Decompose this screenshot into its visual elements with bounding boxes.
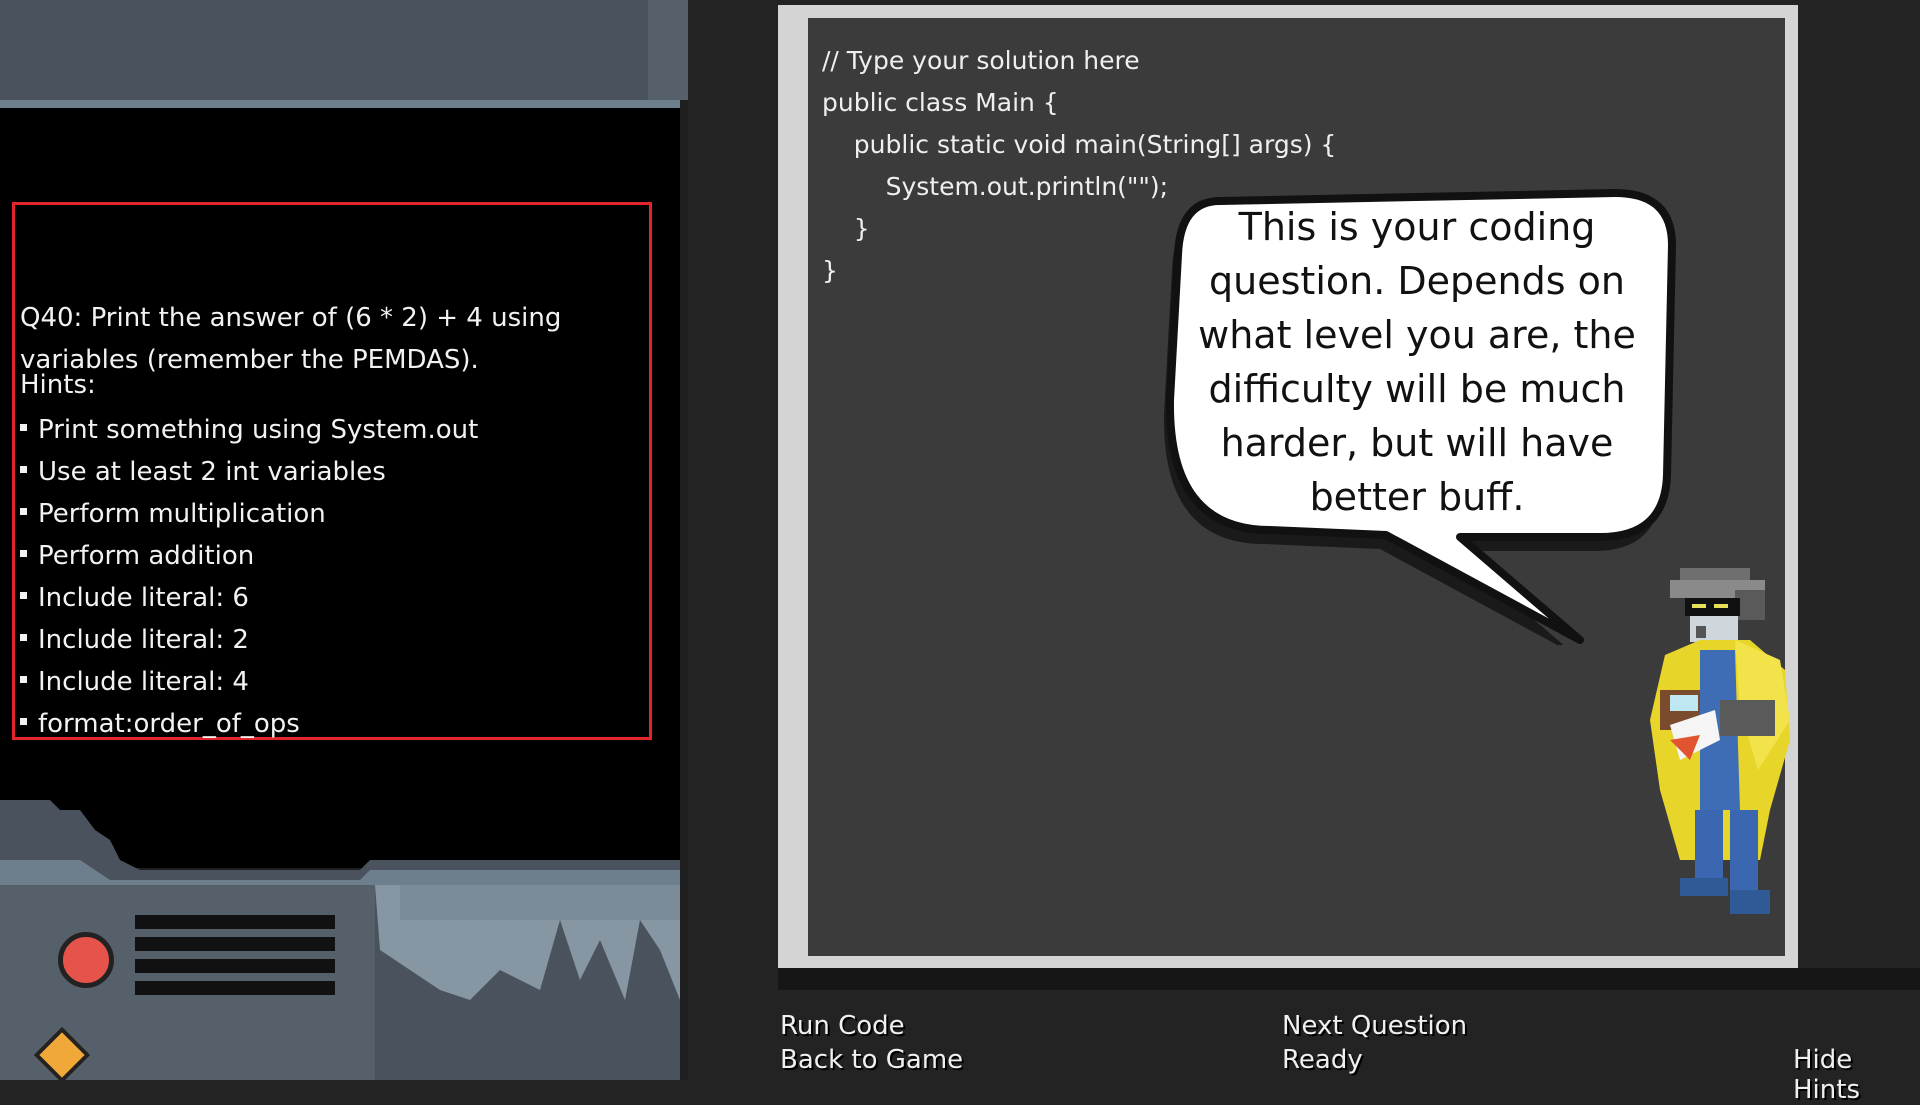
next-question-button[interactable]: Next Question: [1282, 1011, 1467, 1041]
vent-grille: [135, 915, 335, 1003]
hint-item: Print something using System.out: [20, 409, 478, 451]
detective-character-icon: [1650, 568, 1790, 914]
hint-item: Include literal: 2: [20, 619, 478, 661]
hint-item: Perform addition: [20, 535, 478, 577]
hint-item: format:order_of_ops: [20, 703, 478, 745]
bullet-icon: [20, 550, 27, 557]
code-line[interactable]: }: [822, 208, 870, 250]
bullet-icon: [20, 718, 27, 725]
hint-item: Include literal: 6: [20, 577, 478, 619]
machine-top-housing: [0, 0, 688, 100]
bullet-icon: [20, 424, 27, 431]
hint-item: Use at least 2 int variables: [20, 451, 478, 493]
back-to-game-button[interactable]: Back to Game: [780, 1045, 963, 1075]
bullet-icon: [20, 634, 27, 641]
question-text: Q40: Print the answer of (6 * 2) + 4 usi…: [20, 303, 562, 375]
hints-label: Hints:: [20, 370, 96, 400]
bullet-icon: [20, 508, 27, 515]
status-text: Ready: [1282, 1045, 1363, 1075]
speech-bubble-text: This is your coding question. Depends on…: [1198, 205, 1636, 519]
code-line[interactable]: public static void main(String[] args) {: [822, 124, 1337, 166]
machine-top-stripe: [0, 100, 680, 108]
code-line[interactable]: System.out.println("");: [822, 166, 1169, 208]
hint-list: Print something using System.out Use at …: [20, 409, 478, 745]
code-line[interactable]: // Type your solution here: [822, 40, 1140, 82]
bullet-icon: [20, 466, 27, 473]
hide-hints-button[interactable]: Hide Hints: [1793, 1045, 1920, 1105]
machine-top-edge: [648, 0, 688, 100]
bullet-icon: [20, 676, 27, 683]
question-machine-panel: Q40: Print the answer of (6 * 2) + 4 usi…: [0, 0, 688, 1080]
question-box: Q40: Print the answer of (6 * 2) + 4 usi…: [12, 202, 652, 740]
hint-item: Perform multiplication: [20, 493, 478, 535]
bottom-strip: [778, 968, 1920, 990]
bullet-icon: [20, 592, 27, 599]
red-button-icon: [58, 932, 114, 988]
code-line[interactable]: }: [822, 250, 838, 292]
run-code-button[interactable]: Run Code: [780, 1011, 905, 1041]
hint-item: Include literal: 4: [20, 661, 478, 703]
code-line[interactable]: public class Main {: [822, 82, 1059, 124]
